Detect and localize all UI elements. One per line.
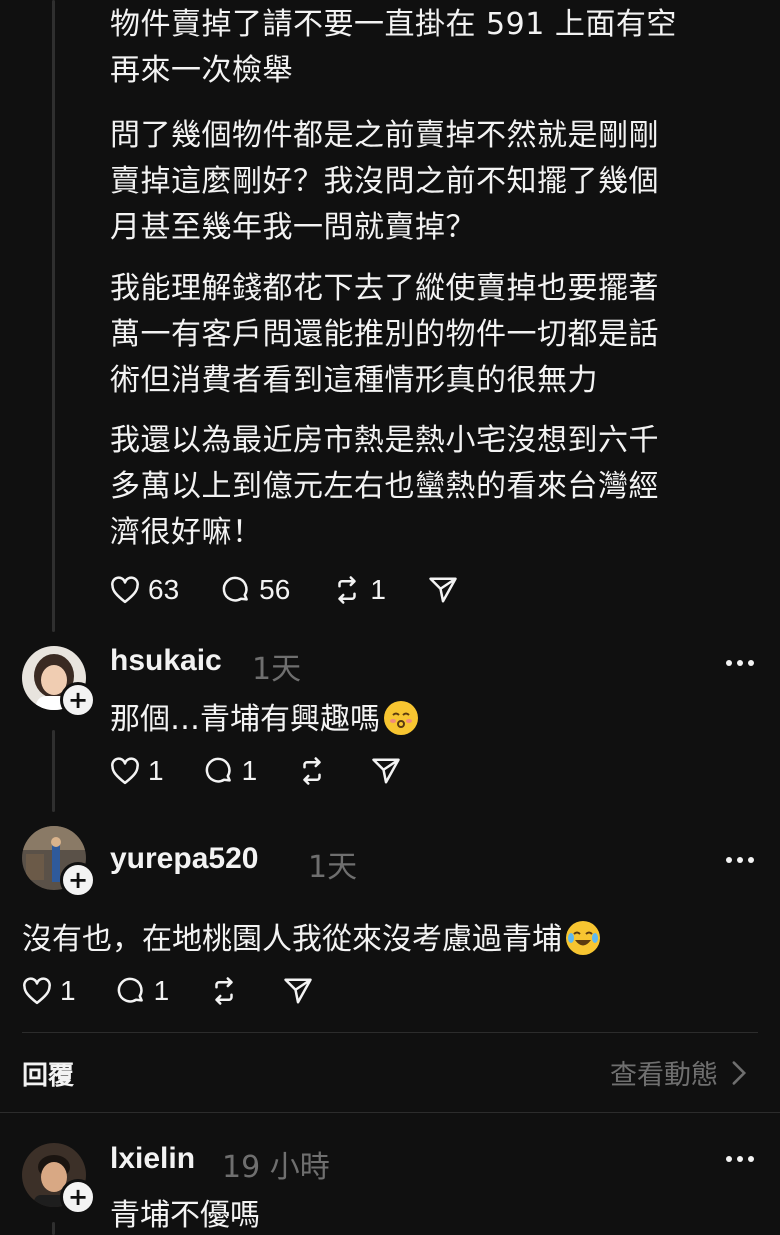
post-paragraph: 我還以為最近房市熱是熱小宅沒想到六千 多萬以上到億元左右也蠻熱的看來台灣經 濟很好嘛… bbox=[110, 423, 659, 550]
heart-icon bbox=[111, 757, 139, 785]
share-button[interactable] bbox=[283, 977, 313, 1005]
comment-button[interactable]: 56 bbox=[221, 574, 290, 606]
avatar[interactable]: + bbox=[22, 646, 96, 718]
section-separator bbox=[0, 1112, 780, 1113]
divider bbox=[22, 1032, 758, 1033]
view-activity-label: 查看動態 bbox=[610, 1060, 718, 1091]
post-paragraph: 我能理解錢都花下去了縱使賣掉也要擺著 萬一有客戶問還能推別的物件一切都是話 術但消費… bbox=[110, 271, 659, 398]
repost-button[interactable]: 1 bbox=[332, 574, 386, 606]
send-icon bbox=[372, 758, 400, 784]
like-button[interactable]: 1 bbox=[110, 755, 164, 787]
more-options-icon[interactable] bbox=[726, 857, 754, 863]
repost-icon bbox=[338, 576, 357, 604]
like-count: 1 bbox=[60, 975, 76, 1006]
kissing-face-icon bbox=[384, 701, 418, 735]
chevron-right-icon bbox=[732, 1060, 747, 1085]
thread-line bbox=[52, 730, 55, 812]
username[interactable]: yurepa520 bbox=[110, 842, 258, 876]
heart-icon bbox=[23, 977, 51, 1005]
comment-count: 1 bbox=[153, 975, 170, 1006]
repost-button[interactable] bbox=[297, 756, 327, 786]
timestamp: 19 小時 bbox=[222, 1150, 330, 1185]
comment-icon bbox=[222, 576, 249, 602]
reply-actions: 1 1 bbox=[22, 971, 355, 1011]
replies-label: 回覆 bbox=[22, 1061, 75, 1091]
thread-line bbox=[52, 0, 55, 632]
heart-icon bbox=[111, 576, 139, 604]
repost-count: 1 bbox=[370, 574, 386, 605]
avatar[interactable]: + bbox=[22, 826, 96, 898]
follow-plus-icon[interactable]: + bbox=[60, 1179, 96, 1215]
reply-text: 青埔不優嗎 bbox=[110, 1198, 260, 1233]
like-button[interactable]: 63 bbox=[110, 574, 179, 606]
comment-count: 56 bbox=[259, 574, 291, 605]
repost-button[interactable] bbox=[209, 976, 239, 1006]
share-button[interactable] bbox=[371, 757, 401, 785]
reply-text: 沒有也，在地桃園人我從來沒考慮過青埔 bbox=[22, 914, 600, 958]
comment-button[interactable]: 1 bbox=[204, 755, 258, 787]
view-activity-link[interactable]: 查看動態 bbox=[610, 1053, 748, 1092]
send-icon bbox=[284, 978, 312, 1004]
comment-count: 1 bbox=[241, 755, 258, 786]
comment-icon bbox=[117, 977, 143, 1003]
repost-icon bbox=[215, 977, 233, 1005]
tears-of-joy-icon bbox=[566, 921, 600, 955]
timestamp: 1天 bbox=[308, 850, 358, 885]
more-options-icon[interactable] bbox=[726, 1156, 754, 1162]
send-icon bbox=[429, 577, 457, 603]
like-count: 1 bbox=[148, 755, 164, 786]
username[interactable]: lxielin bbox=[110, 1142, 195, 1176]
post-paragraph: 問了幾個物件都是之前賣掉不然就是剛剛 賣掉這麼剛好？我沒問之前不知擺了幾個 月甚至幾… bbox=[110, 118, 659, 245]
username[interactable]: hsukaic bbox=[110, 644, 222, 678]
post-paragraph: 物件賣掉了請不要一直掛在 591 上面有空 再來一次檢舉 bbox=[110, 7, 677, 88]
share-button[interactable] bbox=[428, 576, 458, 604]
comment-button[interactable]: 1 bbox=[116, 975, 170, 1007]
comment-icon bbox=[205, 757, 231, 783]
timestamp: 1天 bbox=[252, 652, 302, 687]
reply-text: 那個…青埔有興趣嗎 bbox=[110, 694, 418, 738]
like-button[interactable]: 1 bbox=[22, 975, 76, 1007]
thread-line bbox=[52, 1222, 55, 1235]
reply-actions: 1 1 bbox=[110, 751, 443, 791]
like-count: 63 bbox=[148, 574, 180, 605]
avatar[interactable]: + bbox=[22, 1143, 96, 1215]
follow-plus-icon[interactable]: + bbox=[60, 682, 96, 718]
more-options-icon[interactable] bbox=[726, 660, 754, 666]
follow-plus-icon[interactable]: + bbox=[60, 862, 96, 898]
post-actions: 63 56 1 bbox=[110, 570, 500, 610]
repost-icon bbox=[303, 757, 321, 785]
